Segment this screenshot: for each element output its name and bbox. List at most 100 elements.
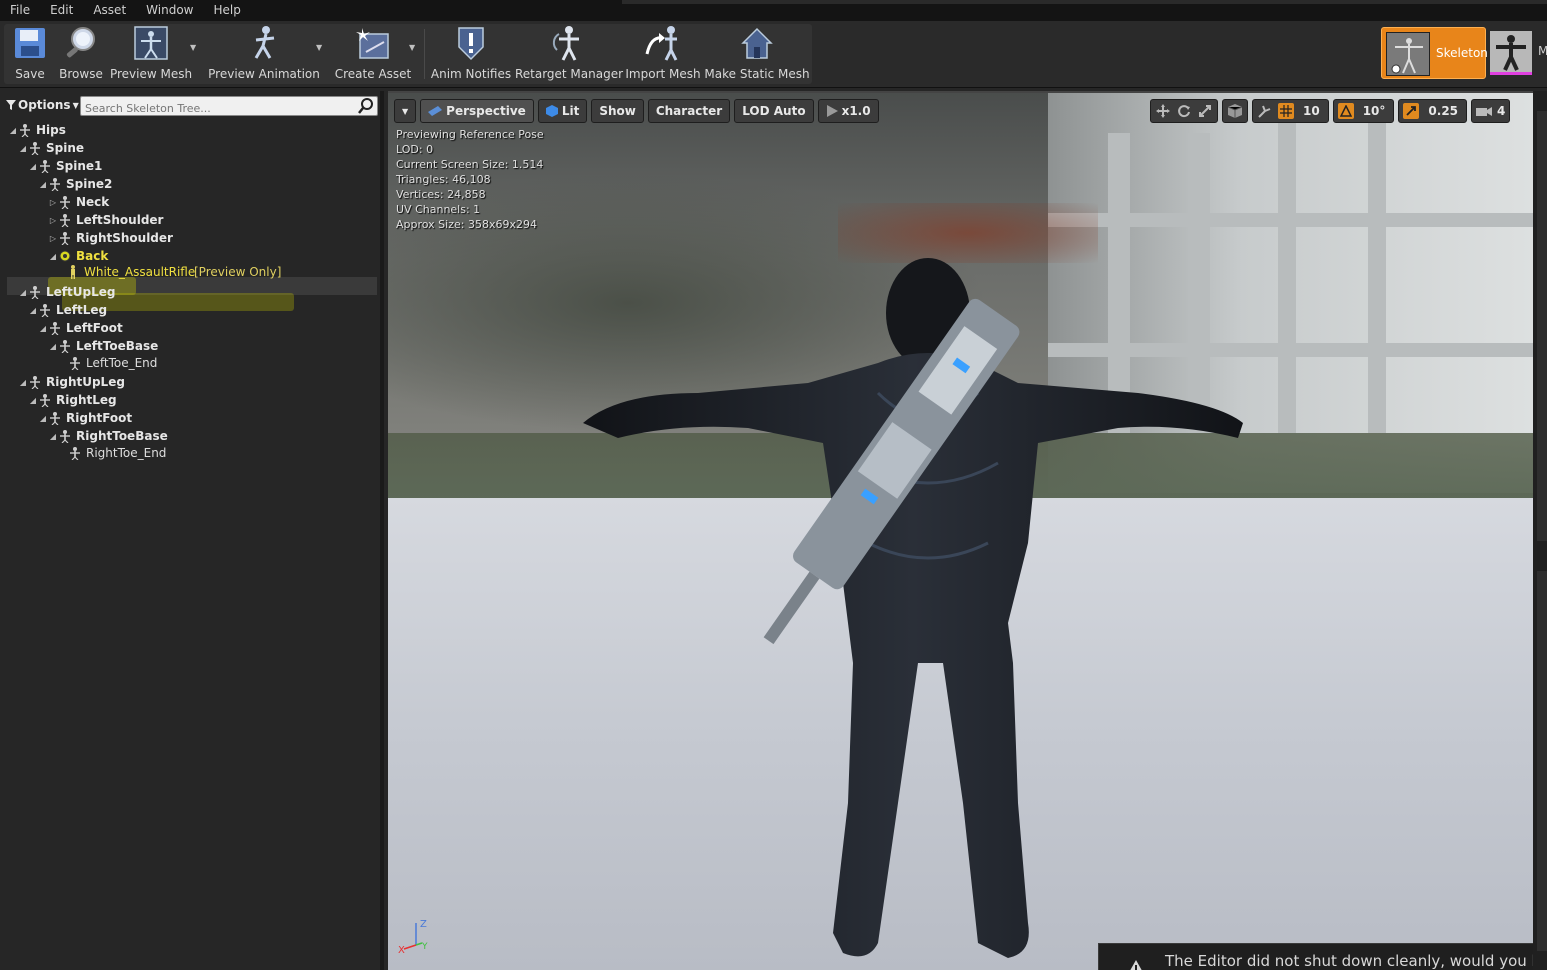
expand-arrow-icon[interactable]: ▷ bbox=[48, 234, 58, 243]
house-icon bbox=[737, 23, 777, 63]
viewport-stats: Previewing Reference Pose LOD: 0 Current… bbox=[396, 127, 544, 232]
collapse-arrow-icon[interactable]: ◢ bbox=[48, 342, 58, 351]
grid-snap-group[interactable]: 10 bbox=[1252, 99, 1329, 123]
character-button[interactable]: Character bbox=[647, 99, 731, 123]
bone-icon bbox=[38, 159, 52, 174]
running-figure-icon bbox=[244, 23, 284, 63]
collapse-arrow-icon[interactable]: ◢ bbox=[48, 432, 58, 441]
collapse-arrow-icon[interactable]: ◢ bbox=[38, 180, 48, 189]
preview-only-tag: [Preview Only] bbox=[194, 265, 282, 279]
stats-screen-size: Current Screen Size: 1.514 bbox=[396, 158, 544, 171]
options-button[interactable]: Options ▼ bbox=[6, 98, 79, 112]
collapse-arrow-icon[interactable]: ◢ bbox=[38, 324, 48, 333]
bone-label: White_AssaultRifle bbox=[84, 265, 196, 279]
rotation-snap-group[interactable]: 10° bbox=[1332, 99, 1395, 123]
bone-icon bbox=[58, 195, 72, 210]
scale-snap-group[interactable]: 0.25 bbox=[1398, 99, 1468, 123]
search-input[interactable] bbox=[81, 99, 351, 118]
lod-button[interactable]: LOD Auto bbox=[734, 99, 814, 123]
collapse-arrow-icon[interactable]: ◢ bbox=[18, 288, 28, 297]
menu-window[interactable]: Window bbox=[136, 0, 203, 21]
playback-speed-button[interactable]: x1.0 bbox=[817, 99, 879, 123]
viewport-options-button[interactable]: ▼ bbox=[394, 99, 417, 123]
expand-arrow-icon[interactable]: ▷ bbox=[48, 216, 58, 225]
show-button[interactable]: Show bbox=[591, 99, 644, 123]
transform-mode-group bbox=[1150, 99, 1218, 123]
character-mesh bbox=[583, 258, 1243, 958]
expand-arrow-icon[interactable]: ▷ bbox=[48, 198, 58, 207]
panel-strip bbox=[1537, 571, 1547, 951]
stats-approx-size: Approx Size: 358x69x294 bbox=[396, 218, 537, 231]
bone-label: Spine bbox=[46, 141, 85, 155]
retarget-figure-icon bbox=[549, 23, 589, 63]
create-asset-dropdown-icon[interactable]: ▼ bbox=[409, 43, 419, 53]
perspective-button[interactable]: Perspective bbox=[420, 99, 534, 123]
anim-notifies-button[interactable]: Anim Notifies bbox=[431, 23, 511, 81]
menu-bar: File Edit Asset Window Help bbox=[0, 0, 1547, 21]
menu-edit[interactable]: Edit bbox=[40, 0, 83, 21]
lit-button[interactable]: Lit bbox=[537, 99, 588, 123]
collapse-arrow-icon[interactable]: ◢ bbox=[48, 252, 58, 261]
save-button[interactable]: Save bbox=[10, 23, 50, 81]
preview-animation-dropdown-icon[interactable]: ▼ bbox=[316, 43, 326, 53]
rotate-icon[interactable] bbox=[1176, 103, 1192, 119]
preview-mesh-dropdown-icon[interactable]: ▼ bbox=[190, 43, 200, 53]
preview-mesh-icon bbox=[68, 265, 82, 279]
world-cube-icon bbox=[1227, 103, 1243, 119]
collapse-arrow-icon[interactable]: ◢ bbox=[18, 378, 28, 387]
bone-icon bbox=[48, 411, 62, 426]
browse-button[interactable]: Browse bbox=[59, 23, 103, 81]
svg-text:Y: Y bbox=[421, 942, 428, 952]
make-static-mesh-button[interactable]: Make Static Mesh bbox=[704, 23, 810, 81]
bone-label: LeftFoot bbox=[66, 321, 123, 335]
bone-label: LeftLeg bbox=[56, 303, 108, 317]
crash-recovery-notification[interactable]: The Editor did not shut down cleanly, wo… bbox=[1098, 943, 1533, 970]
surface-snap-icon bbox=[1257, 103, 1273, 119]
bone-label: Hips bbox=[36, 123, 66, 137]
mesh-mode-tab[interactable] bbox=[1490, 31, 1532, 75]
bone-label: RightToe_End bbox=[86, 446, 167, 460]
collapse-arrow-icon[interactable]: ◢ bbox=[8, 126, 18, 135]
retarget-manager-button[interactable]: Retarget Manager bbox=[515, 23, 623, 81]
preview-animation-button[interactable]: Preview Animation bbox=[208, 23, 320, 81]
bone-icon bbox=[58, 339, 72, 354]
translate-icon[interactable] bbox=[1155, 103, 1171, 119]
mesh-mode-label: M bbox=[1538, 44, 1547, 58]
bone-label: Neck bbox=[76, 195, 110, 209]
warning-icon bbox=[1130, 960, 1142, 970]
collapse-arrow-icon[interactable]: ◢ bbox=[18, 144, 28, 153]
collapse-arrow-icon[interactable]: ◢ bbox=[28, 306, 38, 315]
import-mesh-button[interactable]: Import Mesh bbox=[625, 23, 701, 81]
collapse-arrow-icon[interactable]: ◢ bbox=[38, 414, 48, 423]
bone-icon bbox=[38, 303, 52, 318]
stats-vertices: Vertices: 24,858 bbox=[396, 188, 486, 201]
bone-icon bbox=[58, 429, 72, 444]
bone-icon bbox=[28, 141, 42, 156]
menu-help[interactable]: Help bbox=[203, 0, 250, 21]
skeleton-mode-tab[interactable]: Skeleton bbox=[1381, 27, 1488, 79]
preview-mesh-button[interactable]: Preview Mesh bbox=[110, 23, 192, 81]
bone-label: RightUpLeg bbox=[46, 375, 125, 389]
3d-viewport[interactable]: ▼ Perspective Lit Show Character LOD Aut… bbox=[388, 91, 1533, 970]
bone-icon bbox=[18, 123, 32, 138]
coordinate-system-button[interactable] bbox=[1222, 99, 1248, 123]
bone-icon bbox=[68, 446, 82, 461]
menu-file[interactable]: File bbox=[0, 0, 40, 21]
bone-label: LeftShoulder bbox=[76, 213, 164, 227]
collapse-arrow-icon[interactable]: ◢ bbox=[28, 162, 38, 171]
bone-icon bbox=[58, 213, 72, 228]
menu-asset[interactable]: Asset bbox=[83, 0, 136, 21]
search-skeleton-tree[interactable] bbox=[80, 96, 378, 118]
main-toolbar: Save Browse Preview Mesh ▼ Preview Anima… bbox=[0, 21, 1547, 88]
rotation-snap-icon bbox=[1337, 103, 1354, 119]
camera-icon bbox=[1476, 103, 1493, 119]
search-icon bbox=[358, 98, 373, 114]
bone-icon bbox=[38, 393, 52, 408]
save-icon bbox=[10, 23, 50, 63]
create-asset-button[interactable]: Create Asset bbox=[335, 23, 411, 81]
camera-speed-group[interactable]: 4 bbox=[1471, 99, 1511, 123]
collapse-arrow-icon[interactable]: ◢ bbox=[28, 396, 38, 405]
chevron-down-icon: ▼ bbox=[72, 100, 79, 110]
bone-label: RightShoulder bbox=[76, 231, 173, 245]
scale-icon[interactable] bbox=[1197, 103, 1213, 119]
